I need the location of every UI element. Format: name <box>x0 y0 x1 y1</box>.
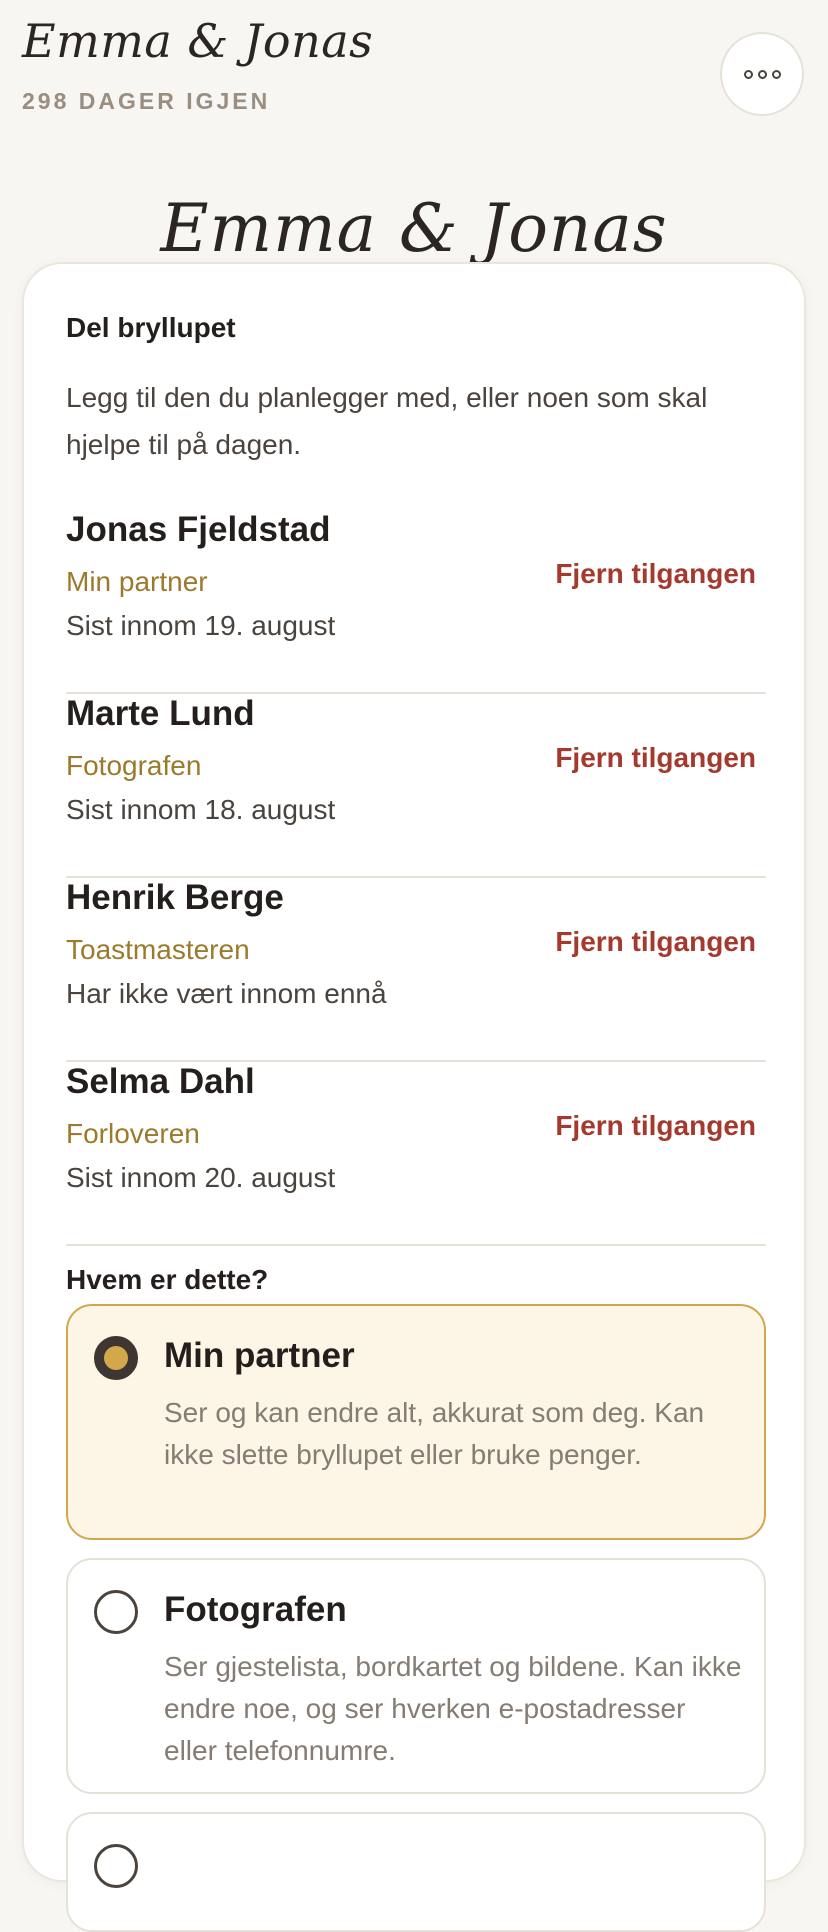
member-role: Toastmasteren <box>66 934 250 965</box>
member-row: Selma Dahl Forloveren Sist innom 20. aug… <box>66 1062 766 1246</box>
days-left-counter: 298 DAGER IGJEN <box>22 88 271 114</box>
member-name: Marte Lund <box>66 694 255 733</box>
role-option-photographer[interactable]: Fotografen Ser gjestelista, bordkartet o… <box>66 1558 766 1794</box>
remove-access-button[interactable]: Fjern tilgangen <box>555 558 756 590</box>
member-name: Henrik Berge <box>66 878 284 917</box>
remove-access-button[interactable]: Fjern tilgangen <box>555 742 756 774</box>
member-name: Jonas Fjeldstad <box>66 510 331 549</box>
member-name: Selma Dahl <box>66 1062 255 1101</box>
member-row: Marte Lund Fotografen Sist innom 18. aug… <box>66 694 766 878</box>
radio-selected-icon[interactable] <box>94 1336 138 1380</box>
more-menu-button[interactable] <box>720 32 804 116</box>
role-option-description: Ser og kan endre alt, akkurat som deg. K… <box>164 1397 705 1470</box>
role-option-partner[interactable]: Min partner Ser og kan endre alt, akkura… <box>66 1304 766 1540</box>
more-horizontal-icon <box>743 69 753 79</box>
member-role: Forloveren <box>66 1118 200 1149</box>
role-option-title: Min partner <box>164 1336 355 1375</box>
couple-title-small: Emma & Jonas <box>22 14 374 68</box>
member-last-seen: Sist innom 19. august <box>66 610 336 641</box>
member-role: Min partner <box>66 566 208 597</box>
share-wedding-card: Del bryllupet Legg til den du planlegger… <box>22 262 806 1932</box>
role-picker-title: Hvem er dette? <box>66 1264 269 1295</box>
radio-unselected-icon[interactable] <box>94 1590 138 1634</box>
member-row: Jonas Fjeldstad Min partner Sist innom 1… <box>66 510 766 694</box>
couple-title-large: Emma & Jonas <box>160 190 668 267</box>
role-option-description: Ser gjestelista, bordkartet og bildene. … <box>164 1651 742 1766</box>
member-last-seen: Sist innom 20. august <box>66 1162 336 1193</box>
radio-unselected-icon[interactable] <box>94 1844 138 1888</box>
role-option-next[interactable] <box>66 1812 766 1932</box>
member-role: Fotografen <box>66 750 202 781</box>
remove-access-button[interactable]: Fjern tilgangen <box>555 926 756 958</box>
top-bar: Emma & Jonas 298 DAGER IGJEN <box>0 0 828 140</box>
role-option-title: Fotografen <box>164 1590 347 1629</box>
member-row: Henrik Berge Toastmasteren Har ikke vært… <box>66 878 766 1062</box>
more-horizontal-icon <box>757 69 767 79</box>
member-last-seen: Har ikke vært innom ennå <box>66 978 387 1009</box>
more-horizontal-icon <box>771 69 781 79</box>
member-last-seen: Sist innom 18. august <box>66 794 336 825</box>
share-section-title: Del bryllupet <box>66 312 236 343</box>
remove-access-button[interactable]: Fjern tilgangen <box>555 1110 756 1142</box>
share-intro-text: Legg til den du planlegger med, eller no… <box>66 382 708 460</box>
